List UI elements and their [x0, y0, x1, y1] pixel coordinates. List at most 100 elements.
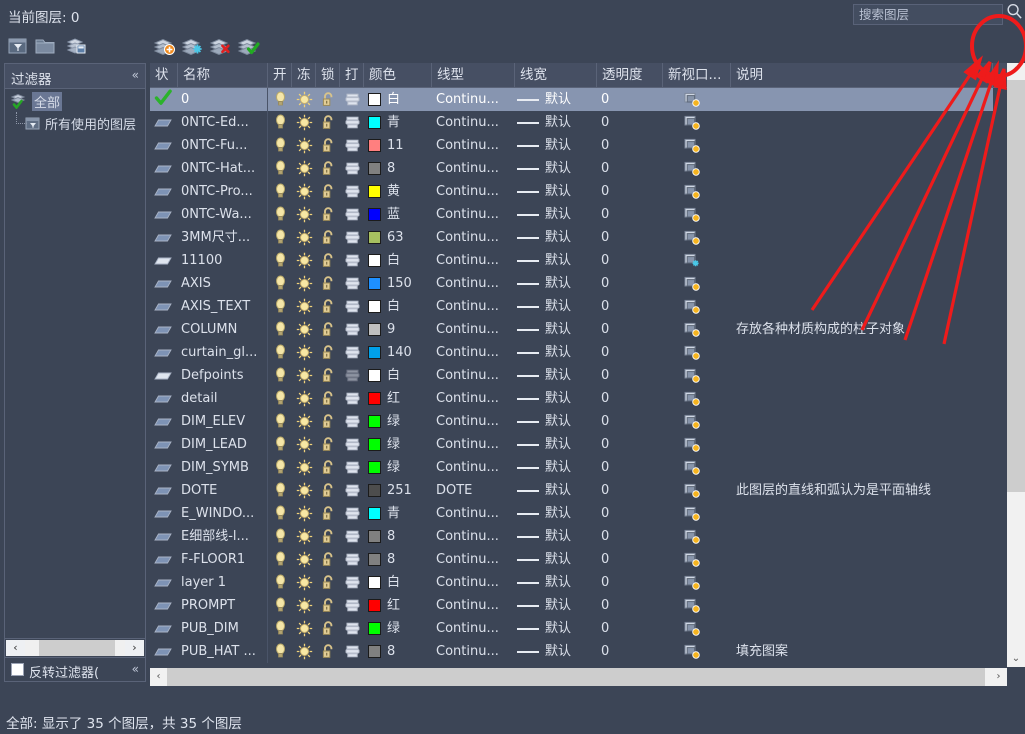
table-row[interactable]: AXIS150Continu...默认0: [150, 272, 993, 295]
layer-lineweight-cell[interactable]: 默认: [515, 249, 597, 272]
layer-name-cell[interactable]: PROMPT: [178, 594, 268, 617]
layer-description-cell[interactable]: [736, 433, 990, 456]
layer-lineweight-cell[interactable]: 默认: [515, 640, 597, 663]
layer-description-cell[interactable]: [736, 249, 990, 272]
layer-freeze-sun-icon[interactable]: [296, 157, 315, 180]
layer-freeze-sun-icon[interactable]: [296, 203, 315, 226]
layer-unlock-icon[interactable]: [320, 180, 339, 203]
layer-lineweight-cell[interactable]: 默认: [515, 226, 597, 249]
layer-unlock-icon[interactable]: [320, 594, 339, 617]
table-row[interactable]: curtain_gl...140Continu...默认0: [150, 341, 993, 364]
layer-lineweight-cell[interactable]: 默认: [515, 410, 597, 433]
layer-freeze-sun-icon[interactable]: [296, 433, 315, 456]
layer-description-cell[interactable]: [736, 226, 990, 249]
layer-plot-icon[interactable]: [344, 295, 363, 318]
layer-plot-icon[interactable]: [344, 180, 363, 203]
layer-color-cell[interactable]: 8: [364, 640, 432, 663]
layer-transparency-cell[interactable]: 0: [601, 226, 667, 249]
layer-color-cell[interactable]: 绿: [364, 617, 432, 640]
layer-freeze-sun-icon[interactable]: [296, 617, 315, 640]
layer-name-cell[interactable]: E_WINDO...: [178, 502, 268, 525]
layer-plot-icon[interactable]: [344, 433, 363, 456]
layer-transparency-cell[interactable]: 0: [601, 157, 667, 180]
layer-unlock-icon[interactable]: [320, 410, 339, 433]
layer-plot-icon[interactable]: [344, 134, 363, 157]
vp-new-icon[interactable]: [683, 640, 705, 663]
layer-plot-icon[interactable]: [344, 318, 363, 341]
layer-transparency-cell[interactable]: 0: [601, 410, 667, 433]
filter-tree-item-all[interactable]: 全部: [5, 90, 145, 112]
layer-plot-icon[interactable]: [344, 387, 363, 410]
layer-description-cell[interactable]: [736, 157, 990, 180]
column-header-color[interactable]: 颜色: [364, 63, 432, 88]
layer-unlock-icon[interactable]: [320, 134, 339, 157]
layer-description-cell[interactable]: 填充图案: [736, 640, 990, 663]
layer-unlock-icon[interactable]: [320, 525, 339, 548]
new-property-filter-icon[interactable]: [6, 34, 30, 58]
layer-name-cell[interactable]: DIM_LEAD: [178, 433, 268, 456]
layer-name-cell[interactable]: PUB_HAT ...: [178, 640, 268, 663]
vp-new-icon[interactable]: [683, 617, 705, 640]
layer-plot-icon[interactable]: [344, 111, 363, 134]
layer-unlock-icon[interactable]: [320, 548, 339, 571]
column-header-status[interactable]: 状: [150, 63, 178, 88]
layer-freeze-sun-icon[interactable]: [296, 111, 315, 134]
layer-name-cell[interactable]: 0NTC-Pro...: [178, 180, 268, 203]
column-header-freeze[interactable]: 冻: [292, 63, 316, 88]
layer-linetype-cell[interactable]: Continu...: [436, 249, 513, 272]
layer-color-cell[interactable]: 11: [364, 134, 432, 157]
vp-new-icon[interactable]: [683, 410, 705, 433]
layer-unlock-icon[interactable]: [320, 318, 339, 341]
layer-on-bulb-icon[interactable]: [272, 180, 291, 203]
vp-frozen-icon[interactable]: [683, 249, 705, 272]
layer-freeze-sun-icon[interactable]: [296, 479, 315, 502]
layer-description-cell[interactable]: [736, 548, 990, 571]
layer-on-bulb-icon[interactable]: [272, 111, 291, 134]
layer-unlock-icon[interactable]: [320, 272, 339, 295]
layer-linetype-cell[interactable]: Continu...: [436, 594, 513, 617]
layer-lineweight-cell[interactable]: 默认: [515, 571, 597, 594]
layer-description-cell[interactable]: 存放各种材质构成的柱子对象: [736, 318, 990, 341]
vp-new-icon[interactable]: [683, 180, 705, 203]
layer-description-cell[interactable]: 此图层的直线和弧认为是平面轴线: [736, 479, 990, 502]
layer-freeze-sun-icon[interactable]: [296, 272, 315, 295]
layer-linetype-cell[interactable]: Continu...: [436, 180, 513, 203]
layer-linetype-cell[interactable]: Continu...: [436, 571, 513, 594]
layer-linetype-cell[interactable]: Continu...: [436, 318, 513, 341]
layer-on-bulb-icon[interactable]: [272, 594, 291, 617]
layer-freeze-sun-icon[interactable]: [296, 594, 315, 617]
layer-transparency-cell[interactable]: 0: [601, 640, 667, 663]
layer-on-bulb-icon[interactable]: [272, 502, 291, 525]
collapse-filter-chevron-icon[interactable]: «: [132, 68, 139, 82]
layer-unlock-icon[interactable]: [320, 456, 339, 479]
layer-color-cell[interactable]: 8: [364, 525, 432, 548]
vp-new-icon[interactable]: [683, 364, 705, 387]
layer-transparency-cell[interactable]: 0: [601, 88, 667, 111]
layer-on-bulb-icon[interactable]: [272, 295, 291, 318]
layer-color-cell[interactable]: 8: [364, 157, 432, 180]
layer-on-bulb-icon[interactable]: [272, 341, 291, 364]
layer-on-bulb-icon[interactable]: [272, 272, 291, 295]
column-header-plot[interactable]: 打: [340, 63, 364, 88]
filter-scroll-thumb[interactable]: [39, 640, 115, 656]
layer-freeze-sun-icon[interactable]: [296, 249, 315, 272]
layer-plot-icon[interactable]: [344, 479, 363, 502]
layer-unlock-icon[interactable]: [320, 364, 339, 387]
layer-linetype-cell[interactable]: Continu...: [436, 88, 513, 111]
layer-description-cell[interactable]: [736, 410, 990, 433]
layer-on-bulb-icon[interactable]: [272, 249, 291, 272]
layer-on-bulb-icon[interactable]: [272, 479, 291, 502]
table-row[interactable]: DIM_SYMB绿Continu...默认0: [150, 456, 993, 479]
layer-on-bulb-icon[interactable]: [272, 410, 291, 433]
layer-description-cell[interactable]: [736, 364, 990, 387]
vp-new-icon[interactable]: [683, 479, 705, 502]
table-row[interactable]: 0NTC-Pro...黄Continu...默认0: [150, 180, 993, 203]
layer-transparency-cell[interactable]: 0: [601, 295, 667, 318]
table-row[interactable]: 0NTC-Ed...青Continu...默认0: [150, 111, 993, 134]
layer-name-cell[interactable]: 0NTC-Hat...: [178, 157, 268, 180]
layer-freeze-sun-icon[interactable]: [296, 640, 315, 663]
layer-on-bulb-icon[interactable]: [272, 226, 291, 249]
layer-name-cell[interactable]: AXIS: [178, 272, 268, 295]
table-row[interactable]: COLUMN9Continu...默认0存放各种材质构成的柱子对象: [150, 318, 993, 341]
vp-new-icon[interactable]: [683, 203, 705, 226]
